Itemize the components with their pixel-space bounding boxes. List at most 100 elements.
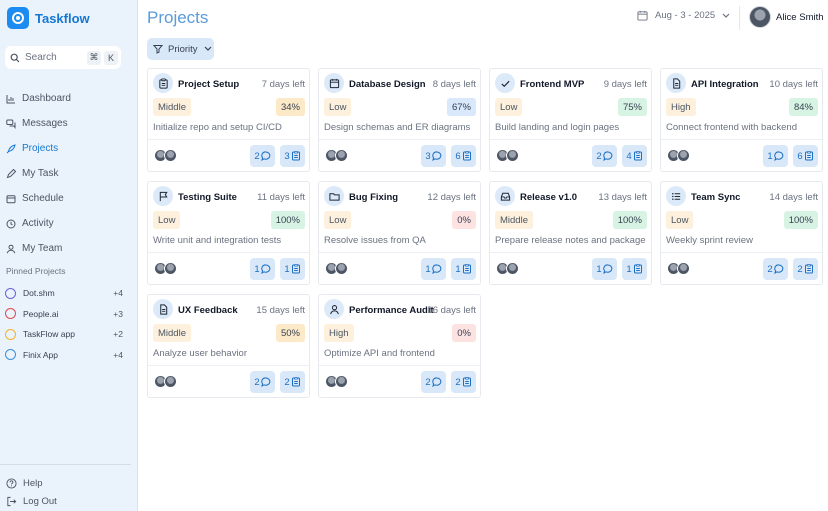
files-button[interactable]: 6 [451, 145, 476, 167]
comment-icon [602, 151, 612, 161]
pinned-project-label: TaskFlow app [23, 329, 75, 340]
project-card[interactable]: Database Design 8 days left Low 67% Design s… [318, 68, 481, 172]
user-menu[interactable]: Alice Smith [749, 6, 824, 28]
files-button[interactable]: 2 [451, 371, 476, 393]
help-link[interactable]: Help [6, 474, 57, 492]
comments-count: 1 [425, 263, 431, 275]
comments-button[interactable]: 2 [763, 258, 788, 280]
project-name: Testing Suite [178, 192, 237, 203]
sidebar-item-schedule[interactable]: Schedule [0, 186, 138, 211]
comments-button[interactable]: 2 [250, 371, 275, 393]
comments-button[interactable]: 1 [250, 258, 275, 280]
progress-badge: 75% [617, 98, 647, 116]
pinned-project-count: +2 [113, 329, 123, 340]
search-input[interactable]: Search ⌘ K [5, 46, 121, 69]
help-label: Help [23, 477, 43, 489]
files-count: 6 [455, 150, 461, 162]
files-button[interactable]: 4 [622, 145, 647, 167]
sidebar-item-label: Dashboard [22, 93, 71, 104]
files-button[interactable]: 2 [280, 371, 305, 393]
pinned-projects-title: Pinned Projects [6, 266, 66, 276]
member-avatars [154, 149, 177, 162]
avatar [335, 149, 348, 162]
project-card[interactable]: Release v1.0 13 days left Middle 100% Prepar… [489, 181, 652, 285]
project-name: Performance Audit [349, 305, 434, 316]
priority-badge: Middle [153, 98, 191, 116]
comments-button[interactable]: 1 [592, 258, 617, 280]
sidebar-item-my-task[interactable]: My Task [0, 161, 138, 186]
files-button[interactable]: 6 [793, 145, 818, 167]
comments-button[interactable]: 2 [592, 145, 617, 167]
priority-filter-button[interactable]: Priority [147, 38, 214, 60]
brand[interactable]: Taskflow [7, 7, 90, 29]
sidebar-item-my-team[interactable]: My Team [0, 236, 138, 261]
comments-count: 1 [596, 263, 602, 275]
card-divider [148, 139, 309, 140]
pinned-project-count: +3 [113, 308, 123, 319]
search-icon [10, 53, 20, 62]
project-description: Resolve issues from QA [324, 235, 426, 246]
comments-count: 2 [596, 150, 602, 162]
project-card[interactable]: Performance Audit 16 days left High 0% Optim… [318, 294, 481, 398]
sidebar-item-messages[interactable]: Messages [0, 111, 138, 136]
sidebar-item-projects[interactable]: Projects [0, 136, 138, 161]
project-name: Frontend MVP [520, 79, 585, 90]
attachment-icon [633, 264, 642, 274]
activity-icon [6, 219, 16, 229]
files-button[interactable]: 3 [280, 145, 305, 167]
progress-badge: 100% [270, 211, 305, 229]
project-name: Database Design [349, 79, 426, 90]
priority-badge: Middle [153, 324, 191, 342]
project-color-dot [5, 349, 16, 361]
pinned-project-item[interactable]: People.ai +3 [5, 304, 123, 325]
project-card[interactable]: Frontend MVP 9 days left Low 75% Build landi… [489, 68, 652, 172]
attachment-icon [291, 264, 300, 274]
progress-badge: 67% [446, 98, 476, 116]
pinned-project-item[interactable]: Finix App +4 [5, 345, 123, 366]
chart-icon [6, 94, 16, 104]
files-count: 2 [284, 376, 290, 388]
sidebar-item-activity[interactable]: Activity [0, 211, 138, 236]
project-description: Optimize API and frontend [324, 348, 435, 359]
project-card[interactable]: API Integration 10 days left High 84% Connec… [660, 68, 823, 172]
comments-button[interactable]: 1 [421, 258, 446, 280]
pinned-project-item[interactable]: Dot.shm +4 [5, 283, 123, 304]
comments-button[interactable]: 2 [421, 371, 446, 393]
attachment-icon [462, 377, 471, 387]
progress-badge: 0% [452, 324, 476, 342]
date-picker[interactable]: Aug - 3 - 2025 [637, 10, 730, 21]
files-count: 1 [626, 263, 632, 275]
project-card[interactable]: Bug Fixing 12 days left Low 0% Resolve issue… [318, 181, 481, 285]
project-color-dot [5, 328, 16, 340]
member-avatars [154, 375, 177, 388]
comments-button[interactable]: 1 [763, 145, 788, 167]
project-card[interactable]: UX Feedback 15 days left Middle 50% Analyze … [147, 294, 310, 398]
list-icon [666, 186, 686, 206]
files-button[interactable]: 1 [451, 258, 476, 280]
priority-badge: High [666, 98, 696, 116]
comment-icon [260, 264, 270, 274]
days-left: 9 days left [603, 79, 647, 90]
project-card[interactable]: Team Sync 14 days left Low 100% Weekly sprin… [660, 181, 823, 285]
comments-button[interactable]: 3 [421, 145, 446, 167]
sidebar-item-dashboard[interactable]: Dashboard [0, 86, 138, 111]
avatar [164, 375, 177, 388]
page-title: Projects [147, 8, 209, 27]
files-button[interactable]: 1 [622, 258, 647, 280]
days-left: 15 days left [256, 305, 305, 316]
rocket-icon [6, 143, 16, 154]
member-avatars [496, 262, 519, 275]
logout-link[interactable]: Log Out [6, 492, 57, 510]
comments-count: 2 [425, 376, 431, 388]
pinned-project-item[interactable]: TaskFlow app +2 [5, 324, 123, 345]
attachment-icon [291, 151, 300, 161]
files-button[interactable]: 2 [793, 258, 818, 280]
project-name: Release v1.0 [520, 192, 578, 203]
comments-count: 2 [254, 150, 260, 162]
pinned-project-count: +4 [113, 349, 123, 360]
project-card[interactable]: Project Setup 7 days left Middle 34% Initial… [147, 68, 310, 172]
files-button[interactable]: 1 [280, 258, 305, 280]
attachment-icon [291, 377, 300, 387]
comments-button[interactable]: 2 [250, 145, 275, 167]
project-card[interactable]: Testing Suite 11 days left Low 100% Write un… [147, 181, 310, 285]
